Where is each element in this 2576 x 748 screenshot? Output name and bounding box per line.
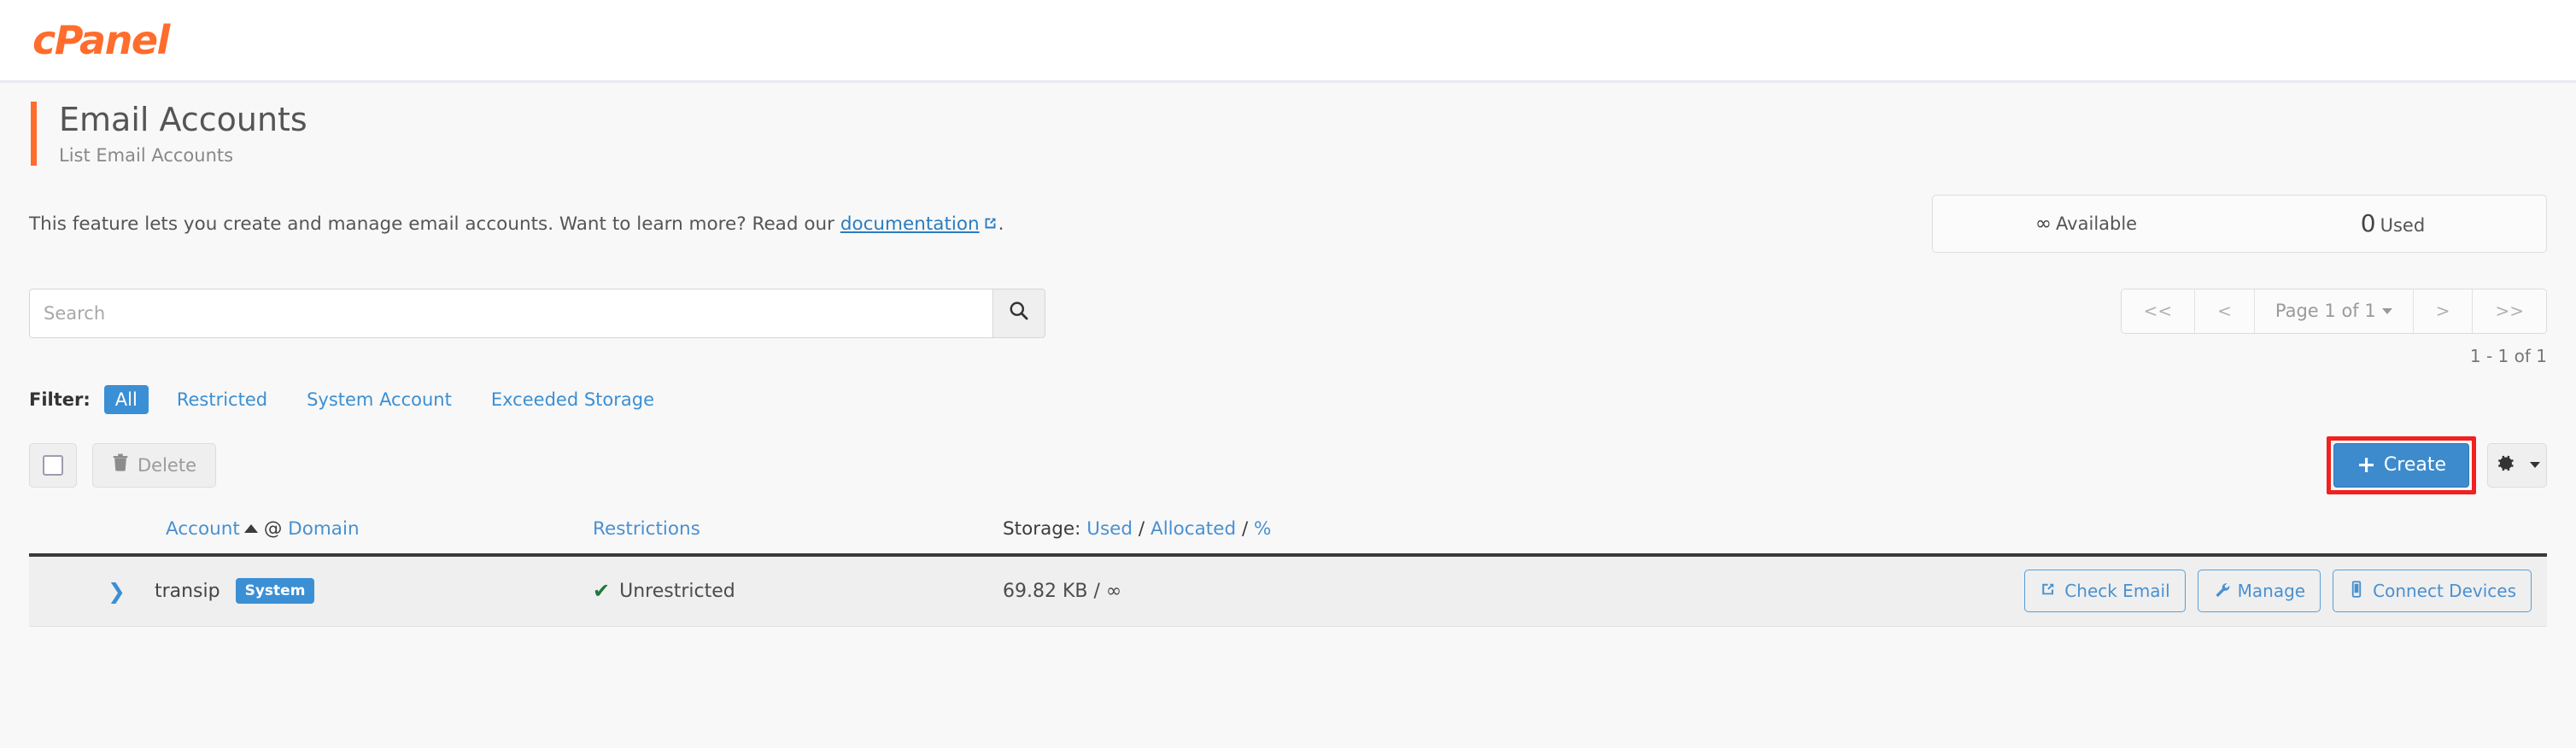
header-account-domain: Account @ Domain <box>29 518 593 540</box>
available-value: ∞ <box>2034 212 2052 235</box>
page-header: Email Accounts List Email Accounts <box>31 102 2576 166</box>
table-row: ❯ transip System ✔ Unrestricted 69.82 KB… <box>29 556 2547 627</box>
pagination-range: 1 - 1 of 1 <box>2469 345 2547 366</box>
restriction-value: Unrestricted <box>619 580 735 602</box>
check-email-label: Check Email <box>2064 581 2170 602</box>
create-button-highlight: + Create <box>2327 435 2476 494</box>
description-row: This feature lets you create and manage … <box>29 194 2547 253</box>
trash-icon <box>112 453 129 476</box>
used-label: Used <box>2380 215 2426 237</box>
header-account-sort[interactable]: Account <box>166 518 240 540</box>
filter-item-exceeded-storage[interactable]: Exceeded Storage <box>480 385 665 414</box>
chevron-down-icon <box>2529 462 2540 469</box>
pagination-prev[interactable]: < <box>2195 289 2255 333</box>
header-storage-sep-1: / <box>1138 517 1145 540</box>
external-link-icon <box>2040 581 2057 602</box>
filter-item-all[interactable]: All <box>103 384 149 414</box>
account-name: transip <box>154 580 220 602</box>
used-value: 0 <box>2360 209 2376 238</box>
header-storage: Storage: Used / Allocated / % <box>1003 518 2547 540</box>
pagination-first[interactable]: << <box>2121 289 2196 333</box>
external-link-icon <box>982 215 998 231</box>
pagination-last[interactable]: >> <box>2473 289 2546 333</box>
description-period: . <box>998 213 1004 235</box>
header-restrictions: Restrictions <box>593 518 1003 540</box>
sort-ascending-icon <box>243 523 258 533</box>
select-all-checkbox[interactable] <box>29 442 77 488</box>
filter-item-restricted[interactable]: Restricted <box>166 385 278 414</box>
stat-used: 0 Used <box>2239 209 2546 237</box>
action-bar: Delete + Create <box>29 435 2547 494</box>
feature-description: This feature lets you create and manage … <box>29 195 1004 235</box>
status-badge: System <box>235 578 315 605</box>
header-restrictions-sort[interactable]: Restrictions <box>593 518 700 540</box>
header-storage-sep-2: / <box>1241 517 1249 540</box>
available-label: Available <box>2056 213 2138 234</box>
cpanel-logo[interactable]: cPanel <box>32 17 170 63</box>
stat-available: ∞ Available <box>1933 213 2239 235</box>
settings-dropdown-button[interactable] <box>2487 442 2547 488</box>
pagination-page-select[interactable]: Page 1 of 1 <box>2254 289 2414 333</box>
plus-icon: + <box>2356 452 2376 479</box>
delete-button[interactable]: Delete <box>92 442 216 488</box>
manage-button[interactable]: Manage <box>2197 570 2321 613</box>
delete-label: Delete <box>138 454 196 476</box>
row-actions: Check Email Manage Connect Devices <box>2024 570 2532 613</box>
search-group <box>29 288 1045 338</box>
controls-row: << < Page 1 of 1 > >> 1 - 1 of 1 <box>29 288 2547 366</box>
pagination-wrap: << < Page 1 of 1 > >> 1 - 1 of 1 <box>2120 288 2547 366</box>
manage-label: Manage <box>2237 581 2306 602</box>
page-subtitle: List Email Accounts <box>59 144 234 166</box>
cell-storage: 69.82 KB / ∞ <box>1003 580 1122 602</box>
description-text: This feature lets you create and manage … <box>29 213 834 235</box>
filter-row: Filter: All Restricted System Account Ex… <box>29 384 2576 414</box>
pagination-next[interactable]: > <box>2413 289 2474 333</box>
pagination: << < Page 1 of 1 > >> <box>2120 288 2547 334</box>
check-icon: ✔ <box>593 579 611 604</box>
search-button[interactable] <box>992 288 1045 338</box>
table-header-row: Account @ Domain Restrictions Storage: Us… <box>29 518 2547 557</box>
connect-devices-label: Connect Devices <box>2373 581 2516 602</box>
filter-item-system-account[interactable]: System Account <box>296 385 463 414</box>
top-bar: cPanel <box>0 0 2576 83</box>
mobile-icon <box>2348 581 2365 602</box>
chevron-down-icon <box>2381 307 2392 314</box>
check-email-button[interactable]: Check Email <box>2024 570 2186 613</box>
pagination-page-label: Page 1 of 1 <box>2274 301 2376 322</box>
cell-account: ❯ transip System <box>29 578 593 605</box>
create-button[interactable]: + Create <box>2333 442 2469 488</box>
search-input[interactable] <box>29 288 992 338</box>
create-label: Create <box>2383 454 2446 476</box>
connect-devices-button[interactable]: Connect Devices <box>2333 570 2532 613</box>
header-storage-allocated[interactable]: Allocated <box>1150 518 1236 540</box>
header-storage-percent[interactable]: % <box>1254 518 1271 540</box>
documentation-link[interactable]: documentation <box>840 213 980 235</box>
gear-icon <box>2495 453 2516 478</box>
cell-restrictions: ✔ Unrestricted <box>593 579 1003 603</box>
checkbox-icon <box>43 454 63 476</box>
header-at-symbol: @ <box>263 517 283 540</box>
title-accent-bar <box>31 102 37 166</box>
filter-label: Filter: <box>29 389 91 410</box>
header-domain-sort[interactable]: Domain <box>288 518 359 540</box>
account-stats-box: ∞ Available 0 Used <box>1932 194 2547 253</box>
wrench-icon <box>2213 581 2230 602</box>
header-storage-label: Storage: <box>1003 517 1081 540</box>
page-title: Email Accounts <box>59 101 307 138</box>
chevron-right-icon[interactable]: ❯ <box>108 581 126 602</box>
search-icon <box>1008 300 1030 326</box>
email-accounts-table: Account @ Domain Restrictions Storage: Us… <box>29 518 2547 627</box>
header-storage-used[interactable]: Used <box>1086 518 1133 540</box>
